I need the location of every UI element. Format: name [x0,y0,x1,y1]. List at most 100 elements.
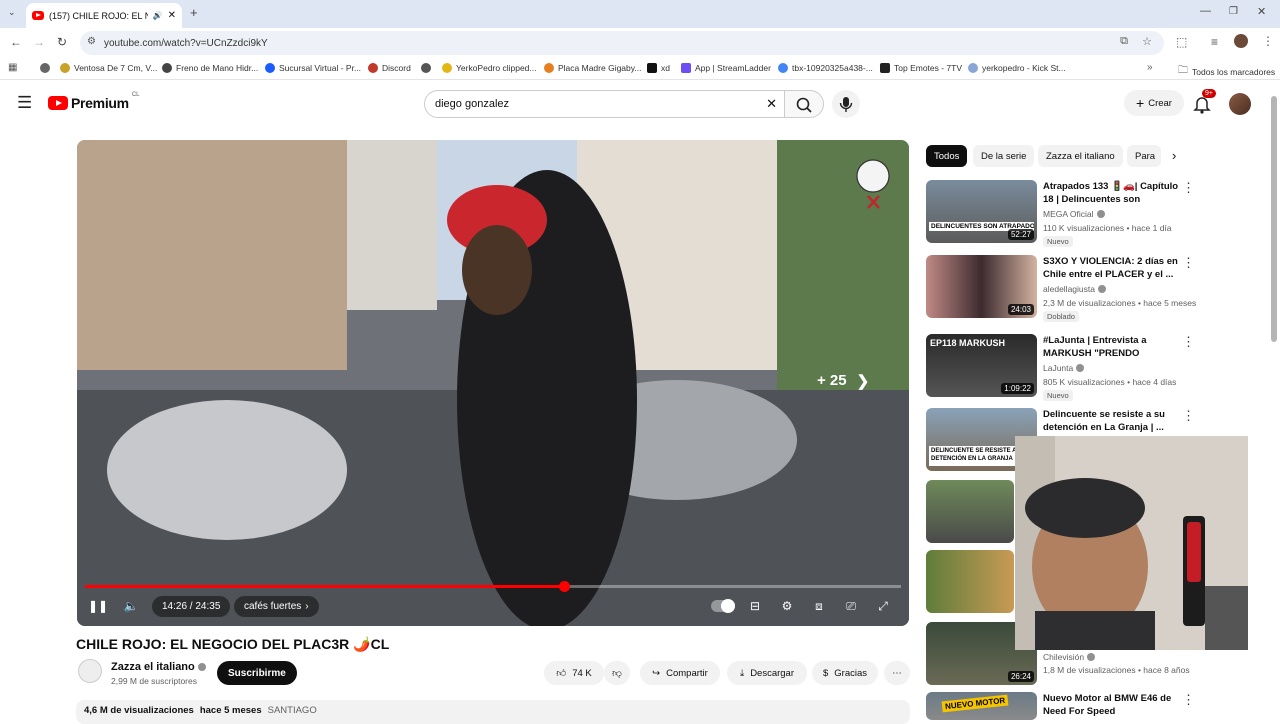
miniplayer-button[interactable]: ⧈ [809,598,829,614]
progress-bar[interactable] [85,581,901,592]
video-thumbnail[interactable]: NUEVO MOTOR [926,692,1037,720]
profile-avatar[interactable] [1234,34,1248,48]
search-button[interactable] [784,90,824,118]
bookmark-3[interactable]: Sucursal Virtual - Pr... [265,63,361,73]
notifications-button[interactable]: 9+ [1193,89,1216,119]
skip-forward-indicator: + 25 ❯ [817,372,869,390]
video-thumbnail[interactable]: 24:03 [926,255,1037,318]
more-options-icon[interactable]: ⋮ [1182,334,1195,350]
bookmark-5[interactable] [421,63,431,73]
create-button[interactable]: + Crear [1124,90,1184,116]
settings-button[interactable]: ⚙ [777,598,797,614]
apps-grid-icon[interactable]: ▦ [8,62,17,73]
bookmark-12[interactable]: yerkopedro - Kick St... [968,63,1066,73]
bookmark-label: yerkopedro - Kick St... [982,63,1066,73]
tab-title: (157) CHILE ROJO: EL NEGO [49,10,148,21]
media-controls-icon[interactable]: ≡ [1211,35,1218,49]
thanks-button[interactable]: $ Gracias [812,661,878,685]
hamburger-menu-icon[interactable]: ☰ [17,93,32,113]
cast-button[interactable]: ⎚ [841,598,861,614]
bookmark-label: Top Emotes - 7TV [894,63,963,73]
more-actions-button[interactable]: ⋯ [884,661,910,685]
bookmark-10[interactable]: tbx-10920325a438-... [778,63,873,73]
volume-button[interactable]: 🔈 [121,598,141,614]
more-options-icon[interactable]: ⋮ [1182,180,1195,196]
menu-kebab-icon[interactable]: ⋮ [1262,34,1274,48]
chips-next-icon[interactable]: › [1172,148,1176,163]
restore-icon[interactable]: ❐ [1229,6,1238,17]
bookmark-label: Ventosa De 7 Cm, V... [74,63,158,73]
chip-para[interactable]: Para [1127,145,1161,167]
bookmark-9[interactable]: App | StreamLadder [681,63,771,73]
bookmark-2[interactable]: Freno de Mano Hidr... [162,63,258,73]
fullscreen-icon: ⤢ [878,598,888,613]
bookmark-star-icon[interactable]: ☆ [1142,35,1152,48]
share-button[interactable]: ↪ Compartir [640,661,720,685]
clear-search-icon[interactable]: ✕ [766,96,777,112]
recommendation-title[interactable]: Delincuente se resiste a su detención en… [1043,408,1183,434]
site-info-icon[interactable]: ⚙ [87,36,96,47]
video-thumbnail[interactable]: DELINCUENTES SON ATRAPADOS EN ACCI 52:27 [926,180,1037,243]
forward-icon[interactable]: → [33,35,45,49]
bookmark-7[interactable]: Placa Madre Gigaby... [544,63,641,73]
chip-de-la-serie[interactable]: De la serie [973,145,1035,167]
video-thumbnail[interactable] [926,480,1014,543]
extensions-icon[interactable]: ⬚ [1176,35,1187,49]
recommendation-title[interactable]: Atrapados 133 🚦🚗| Capítulo 18 | Delincue… [1043,180,1183,206]
progress-scrubber[interactable] [558,581,570,592]
minimize-icon[interactable]: — [1200,5,1211,17]
recommendation-item[interactable]: 24:03 S3XO Y VIOLENCIA: 2 días en Chile … [926,255,1256,322]
channel-name[interactable]: Zazza el italiano [111,661,206,673]
bookmark-11[interactable]: Top Emotes - 7TV [880,63,962,73]
chapter-button[interactable]: cafés fuertes › [234,596,319,617]
subscribe-button[interactable]: Suscribirme [217,661,297,685]
recommendation-item[interactable]: DELINCUENTES SON ATRAPADOS EN ACCI 52:27… [926,180,1256,247]
bookmark-6[interactable]: YerkoPedro clipped... [442,63,537,73]
chip-todos[interactable]: Todos [926,145,968,167]
subtitles-button[interactable]: ⊟ [745,598,765,614]
video-thumbnail[interactable] [926,550,1014,613]
description-box[interactable]: 4,6 M de visualizaciones hace 5 meses SA… [76,700,910,724]
search-input[interactable]: diego gonzalez ✕ [424,90,788,118]
new-tab-icon[interactable]: + [190,5,198,20]
channel-avatar[interactable] [78,659,102,683]
recommendation-title[interactable]: #LaJunta | Entrevista a MARKUSH "PRENDO … [1043,334,1183,360]
close-window-icon[interactable]: ✕ [1257,5,1266,18]
tab-close-icon[interactable]: ✕ [168,10,176,21]
recommendation-title[interactable]: Nuevo Motor al BMW E46 de Need For Speed [1043,692,1183,718]
chip-channel[interactable]: Zazza el italiano [1038,145,1123,167]
bookmark-8[interactable]: xd [647,63,670,73]
more-options-icon[interactable]: ⋮ [1182,692,1195,708]
video-thumbnail[interactable]: EP118 MARKUSH 1:09:22 [926,334,1037,397]
more-options-icon[interactable]: ⋮ [1182,255,1195,271]
download-button[interactable]: ⤓ Descargar [727,661,807,685]
reload-icon[interactable]: ↻ [57,35,67,49]
autoplay-toggle[interactable] [710,598,736,614]
chevron-right-icon: › [305,601,309,612]
page-scrollbar[interactable] [1271,96,1277,342]
fullscreen-button[interactable]: ⤢ [873,598,893,614]
install-app-icon[interactable]: ⧉ [1120,35,1128,48]
bookmark-4[interactable]: Discord [368,63,411,73]
pause-button[interactable]: ❚❚ [88,598,108,614]
recommendation-title[interactable]: S3XO Y VIOLENCIA: 2 días en Chile entre … [1043,255,1183,281]
back-icon[interactable]: ← [10,35,22,49]
plus-icon: + [1136,95,1145,111]
address-bar[interactable]: ⚙ youtube.com/watch?v=UCnZzdci9kY ⧉ ☆ [80,31,1164,55]
more-bookmarks-icon[interactable]: » [1147,62,1153,73]
audio-icon[interactable]: 🔊 [153,11,163,20]
bookmark-1[interactable]: Ventosa De 7 Cm, V... [60,63,157,73]
like-button[interactable]: 👍︎ 74 K [544,661,604,685]
youtube-logo[interactable]: Premium CL [48,92,139,111]
dislike-button[interactable]: 👎︎ [604,661,630,685]
account-avatar[interactable] [1229,93,1251,115]
recommendation-item[interactable]: NUEVO MOTOR Nuevo Motor al BMW E46 de Ne… [926,692,1256,720]
all-bookmarks[interactable]: 🗀 Todos los marcadores [1178,63,1275,80]
browser-tab[interactable]: (157) CHILE ROJO: EL NEGO 🔊 ✕ [26,3,182,28]
video-player[interactable]: + 25 ❯ ❚❚ 🔈 14:26 / 24:35 cafés fuertes ›… [77,140,909,626]
voice-search-button[interactable] [832,90,860,118]
more-options-icon[interactable]: ⋮ [1182,408,1195,424]
tab-search-icon[interactable]: ⌄ [8,7,16,18]
recommendation-item[interactable]: EP118 MARKUSH 1:09:22 #LaJunta | Entrevi… [926,334,1256,401]
bookmark-0[interactable] [40,63,50,73]
